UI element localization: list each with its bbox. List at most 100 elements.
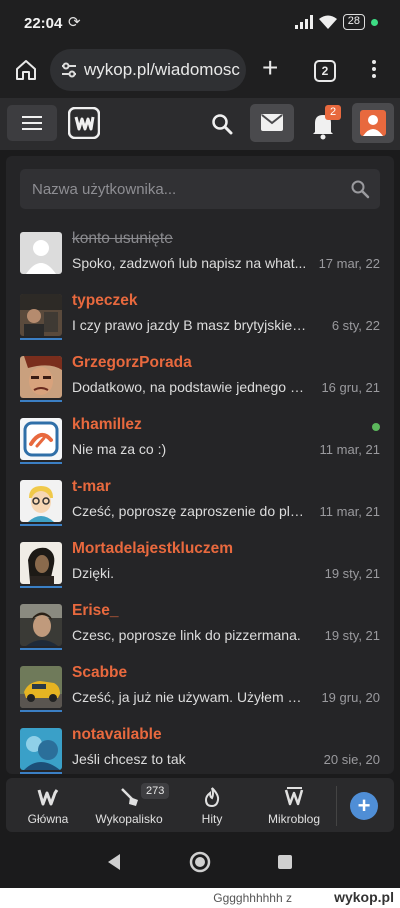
- browser-toolbar: wykop.pl/wiadomosc + 2: [0, 44, 400, 98]
- wykopalisko-count-badge: 273: [141, 783, 170, 799]
- battery-icon: 28: [342, 14, 365, 30]
- conversation-snippet: Spoko, zadzwoń lub napisz na what...: [72, 255, 307, 271]
- avatar: [20, 604, 62, 646]
- status-bar: 22:04 ⟳ 28: [0, 0, 400, 44]
- conversation-username: typeczek: [72, 292, 138, 309]
- avatar-rank-bar: [20, 586, 62, 588]
- avatar-rank-bar: [20, 524, 62, 526]
- status-time: 22:04: [24, 15, 63, 32]
- conversation-date: 20 sie, 20: [323, 752, 380, 767]
- back-icon[interactable]: [106, 853, 122, 871]
- username-search-input[interactable]: [20, 169, 340, 209]
- nav-label: Główna: [27, 812, 69, 826]
- footer-username: Gggghhhhhh z: [213, 891, 292, 905]
- notifications-badge: 2: [325, 105, 341, 120]
- conversation-username: t-mar: [72, 478, 111, 495]
- avatar-rank-bar: [20, 462, 62, 464]
- site-header: 2: [0, 98, 400, 150]
- mail-icon: [261, 114, 283, 131]
- profile-button[interactable]: [352, 103, 394, 143]
- conversation-username: konto usunięte: [72, 230, 173, 247]
- conversation-username: Erise_: [72, 602, 119, 619]
- nav-label: Hity: [201, 812, 223, 826]
- conversation-date: 19 gru, 20: [321, 690, 380, 705]
- search-icon[interactable]: [350, 179, 370, 199]
- conversation-snippet: Dodatkowo, na podstawie jednego k...: [72, 379, 308, 395]
- avatar-rank-bar: [20, 338, 62, 340]
- conversation-item[interactable]: GrzegorzPorada Dodatkowo, na podstawie j…: [6, 352, 394, 414]
- avatar: [20, 666, 62, 708]
- browser-menu-icon[interactable]: [368, 58, 380, 84]
- nav-item-glowna[interactable]: Główna: [12, 778, 84, 832]
- add-button[interactable]: +: [350, 792, 378, 820]
- avatar: [20, 542, 62, 584]
- avatar: [20, 294, 62, 336]
- signal-icon: [294, 15, 313, 29]
- avatar-rank-bar: [20, 710, 62, 712]
- conversation-item[interactable]: konto usunięte Spoko, zadzwoń lub napisz…: [6, 228, 394, 290]
- conversation-username: Scabbe: [72, 664, 128, 681]
- home-icon[interactable]: [14, 58, 38, 82]
- wifi-icon: [318, 15, 337, 29]
- avatar: [20, 728, 62, 770]
- privacy-indicator-dot: [371, 18, 378, 26]
- conversation-date: 16 gru, 21: [321, 380, 380, 395]
- user-search-box: [20, 169, 380, 209]
- bottom-navigation: Główna Wykopalisko 273 Hity Mikroblog +: [6, 778, 394, 832]
- footer-site-logo: wykop.pl: [334, 889, 394, 905]
- conversation-item[interactable]: Scabbe Cześć, ja już nie używam. Użyłem …: [6, 662, 394, 724]
- conversations-panel: konto usunięte Spoko, zadzwoń lub napisz…: [6, 156, 394, 774]
- flame-icon: [204, 787, 220, 808]
- recents-icon[interactable]: [277, 854, 293, 870]
- sync-icon: ⟳: [68, 14, 81, 31]
- conversation-item[interactable]: Mortadelajestkluczem Dzięki. 19 sty, 21: [6, 538, 394, 600]
- status-indicators: 28: [294, 14, 378, 30]
- nav-item-mikroblog[interactable]: Mikroblog: [254, 778, 334, 832]
- site-settings-icon[interactable]: [60, 61, 78, 79]
- url-text[interactable]: wykop.pl/wiadomosc: [84, 60, 240, 80]
- wykop-logo-icon: [37, 789, 59, 806]
- conversation-item[interactable]: t-mar Cześć, poproszę zaproszenie do plu…: [6, 476, 394, 538]
- home-circle-icon[interactable]: [189, 851, 211, 873]
- conversation-item[interactable]: typeczek I czy prawo jazdy B masz brytyj…: [6, 290, 394, 352]
- conversation-item[interactable]: notavailable Jeśli chcesz to tak 20 sie,…: [6, 724, 394, 774]
- wykop-logo-icon[interactable]: [68, 107, 100, 139]
- conversation-item[interactable]: Erise_ Czesc, poprosze link do pizzerman…: [6, 600, 394, 662]
- conversation-item[interactable]: khamillez Nie ma za co :) 11 mar, 21: [6, 414, 394, 476]
- search-icon[interactable]: [210, 112, 234, 136]
- conversation-snippet: I czy prawo jazdy B masz brytyjskie cz..…: [72, 317, 308, 333]
- messages-button[interactable]: [250, 104, 294, 142]
- conversation-date: 11 mar, 21: [319, 442, 380, 457]
- tab-count-button[interactable]: 2: [314, 60, 336, 82]
- conversation-snippet: Dzięki.: [72, 565, 115, 581]
- microblog-icon: [284, 787, 304, 806]
- hamburger-menu-button[interactable]: [7, 105, 57, 141]
- address-bar[interactable]: wykop.pl/wiadomosc: [50, 49, 246, 91]
- conversation-username: notavailable: [72, 726, 162, 743]
- conversation-username: GrzegorzPorada: [72, 354, 192, 371]
- nav-item-hity[interactable]: Hity: [182, 778, 242, 832]
- avatar: [20, 232, 62, 274]
- avatar: [20, 480, 62, 522]
- conversation-date: 6 sty, 22: [331, 318, 380, 333]
- shovel-icon: [121, 788, 138, 806]
- avatar-rank-bar: [20, 648, 62, 650]
- conversation-snippet: Cześć, poproszę zaproszenie do plu...: [72, 503, 308, 519]
- conversation-snippet: Cześć, ja już nie używam. Użyłem pr...: [72, 689, 308, 705]
- conversation-username: khamillez: [72, 416, 142, 433]
- avatar-rank-bar: [20, 400, 62, 402]
- online-status-dot: [372, 423, 380, 431]
- avatar: [20, 418, 62, 460]
- new-tab-icon[interactable]: +: [262, 53, 278, 83]
- conversation-username: Mortadelajestkluczem: [72, 540, 234, 557]
- conversation-snippet: Czesc, poprosze link do pizzermana.: [72, 627, 301, 643]
- avatar-rank-bar: [20, 772, 62, 774]
- conversation-date: 11 mar, 21: [319, 504, 380, 519]
- conversation-date: 19 sty, 21: [324, 566, 380, 581]
- avatar: [360, 110, 386, 136]
- nav-label: Mikroblog: [267, 812, 321, 826]
- conversation-date: 17 mar, 22: [318, 256, 380, 271]
- nav-label: Wykopalisko: [95, 812, 163, 826]
- android-navigation-bar: [0, 836, 400, 888]
- conversation-date: 19 sty, 21: [324, 628, 380, 643]
